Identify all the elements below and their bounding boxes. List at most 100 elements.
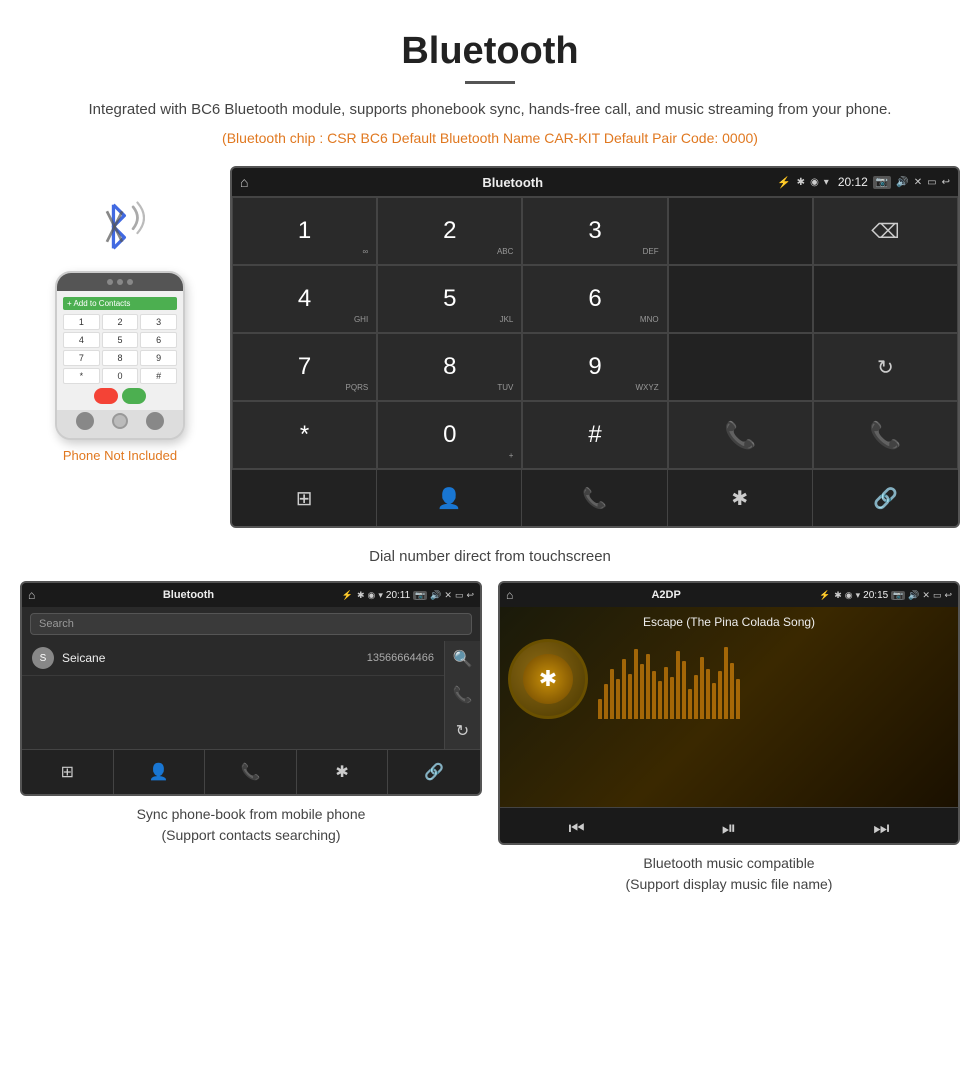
bottom-icon-bluetooth[interactable]: ✱ xyxy=(668,470,813,526)
dial-call-red[interactable]: 📞 xyxy=(813,401,958,469)
dial-key-2[interactable]: 2ABC xyxy=(377,197,522,265)
contact-name: Seicane xyxy=(62,651,367,665)
dial-key-9[interactable]: 9WXYZ xyxy=(522,333,667,401)
dial-key-8[interactable]: 8TUV xyxy=(377,333,522,401)
viz-bar xyxy=(616,679,620,719)
dial-key-1[interactable]: 1∞ xyxy=(232,197,377,265)
viz-bar xyxy=(622,659,626,719)
pb-home-icon[interactable]: ⌂ xyxy=(28,588,35,602)
song-title: Escape (The Pina Colada Song) xyxy=(508,615,950,629)
viz-bar xyxy=(634,649,638,719)
pb-bottom-grid[interactable]: ⊞ xyxy=(22,750,114,794)
dial-call-green[interactable]: 📞 xyxy=(668,401,813,469)
pb-bottom-phone[interactable]: 📞 xyxy=(205,750,297,794)
dial-key-3[interactable]: 3DEF xyxy=(522,197,667,265)
viz-bar xyxy=(598,699,602,719)
bottom-section: ⌂ Bluetooth ⚡ ✱◉▾ 20:11 📷 🔊✕▭↩ Search S xyxy=(0,581,980,915)
dial-backspace[interactable]: ⌫ xyxy=(813,197,958,265)
back-icon[interactable]: ↩ xyxy=(942,177,950,188)
window-icon: ▭ xyxy=(927,177,936,188)
bt-music-icon: ✱ xyxy=(539,666,557,692)
screen-title: Bluetooth xyxy=(254,175,771,190)
dial-empty-3 xyxy=(813,265,958,333)
home-icon[interactable]: ⌂ xyxy=(240,174,248,190)
play-pause-button[interactable]: ⏯ xyxy=(722,818,736,839)
phone-mockup: + Add to Contacts 123 456 789 *0# xyxy=(55,271,185,440)
screen-statusbar: ⌂ Bluetooth ⚡ ✱ ◉ ▾ 20:12 📷 🔊 ✕ ▭ ↩ xyxy=(232,168,958,196)
status-icons: ✱ ◉ ▾ 20:12 📷 🔊 ✕ ▭ ↩ xyxy=(797,175,950,189)
pb-statusbar: ⌂ Bluetooth ⚡ ✱◉▾ 20:11 📷 🔊✕▭↩ xyxy=(22,583,480,607)
phonebook-caption: Sync phone-book from mobile phone (Suppo… xyxy=(137,804,366,846)
viz-bar xyxy=(652,671,656,719)
pb-title: Bluetooth xyxy=(39,589,338,601)
phonebook-caption-line1: Sync phone-book from mobile phone xyxy=(137,804,366,825)
pb-search-placeholder: Search xyxy=(39,618,74,630)
viz-bar xyxy=(610,669,614,719)
pb-bottom-bt[interactable]: ✱ xyxy=(297,750,389,794)
dialpad-keys: 1∞ 2ABC 3DEF ⌫ 4GHI 5JKL 6MNO 7PQRS 8TUV… xyxy=(232,196,958,469)
music-visualizer xyxy=(598,639,950,719)
music-section: ⌂ A2DP ⚡ ✱◉▾ 20:15 📷 🔊✕▭↩ Escape (The Pi… xyxy=(498,581,960,895)
dial-empty-1 xyxy=(668,197,813,265)
viz-bar xyxy=(724,647,728,719)
pb-status-icons: ✱◉▾ 20:11 📷 🔊✕▭↩ xyxy=(357,590,474,601)
pb-side-icons: 🔍 📞 ↻ xyxy=(444,641,480,749)
album-art: ✱ xyxy=(508,639,588,719)
music-home-icon[interactable]: ⌂ xyxy=(506,588,513,602)
location-icon: ◉ xyxy=(810,177,819,188)
pb-refresh-icon[interactable]: ↻ xyxy=(456,721,469,741)
viz-bar xyxy=(658,681,662,719)
close-icon[interactable]: ✕ xyxy=(914,177,922,188)
viz-bar xyxy=(604,684,608,719)
volume-icon: 🔊 xyxy=(896,177,908,188)
dial-refresh[interactable]: ↻ xyxy=(813,333,958,401)
dial-key-5[interactable]: 5JKL xyxy=(377,265,522,333)
viz-bar xyxy=(700,657,704,719)
pb-search-bar[interactable]: Search xyxy=(30,613,472,635)
page-header: Bluetooth Integrated with BC6 Bluetooth … xyxy=(0,0,980,166)
bluetooth-icon-area xyxy=(95,196,145,261)
bottom-icon-phone[interactable]: 📞 xyxy=(522,470,667,526)
music-controls: ⏮ ⏯ ⏭ xyxy=(500,807,958,843)
music-status-icons: ✱◉▾ 20:15 📷 🔊✕▭↩ xyxy=(834,590,952,601)
viz-bar xyxy=(706,669,710,719)
pb-bottom-link[interactable]: 🔗 xyxy=(388,750,480,794)
music-usb-icon: ⚡ xyxy=(819,590,830,601)
viz-bar xyxy=(730,663,734,719)
viz-bar xyxy=(646,654,650,719)
phone-not-included-label: Phone Not Included xyxy=(63,448,177,463)
pb-bottom-contacts[interactable]: 👤 xyxy=(114,750,206,794)
pb-usb-icon: ⚡ xyxy=(342,590,353,601)
dial-key-4[interactable]: 4GHI xyxy=(232,265,377,333)
dial-key-hash[interactable]: # xyxy=(522,401,667,469)
phonebook-section: ⌂ Bluetooth ⚡ ✱◉▾ 20:11 📷 🔊✕▭↩ Search S xyxy=(20,581,482,895)
dial-key-7[interactable]: 7PQRS xyxy=(232,333,377,401)
bottom-icon-grid[interactable]: ⊞ xyxy=(232,470,377,526)
phonebook-caption-line2: (Support contacts searching) xyxy=(137,825,366,846)
viz-bar xyxy=(670,677,674,719)
pb-call-icon[interactable]: 📞 xyxy=(453,685,473,705)
table-row[interactable]: S Seicane 13566664466 xyxy=(22,641,444,676)
dial-key-0[interactable]: 0+ xyxy=(377,401,522,469)
music-caption-line1: Bluetooth music compatible xyxy=(626,853,833,874)
viz-bar xyxy=(736,679,740,719)
dial-key-6[interactable]: 6MNO xyxy=(522,265,667,333)
pb-contact-list: S Seicane 13566664466 xyxy=(22,641,444,749)
title-divider xyxy=(465,81,515,84)
pb-search-icon[interactable]: 🔍 xyxy=(453,649,473,669)
signal-icon: ▾ xyxy=(824,177,829,188)
music-art-row: ✱ xyxy=(508,639,950,719)
music-caption-line2: (Support display music file name) xyxy=(626,874,833,895)
contact-number: 13566664466 xyxy=(367,652,434,664)
contact-avatar: S xyxy=(32,647,54,669)
viz-bar xyxy=(628,674,632,719)
bottom-icon-link[interactable]: 🔗 xyxy=(813,470,958,526)
camera-status-icon: 📷 xyxy=(873,176,891,189)
page-description: Integrated with BC6 Bluetooth module, su… xyxy=(60,98,920,122)
next-button[interactable]: ⏭ xyxy=(873,818,889,839)
viz-bar xyxy=(664,667,668,719)
bottom-icon-contacts[interactable]: 👤 xyxy=(377,470,522,526)
dial-key-star[interactable]: * xyxy=(232,401,377,469)
prev-button[interactable]: ⏮ xyxy=(569,818,585,839)
viz-bar xyxy=(640,664,644,719)
